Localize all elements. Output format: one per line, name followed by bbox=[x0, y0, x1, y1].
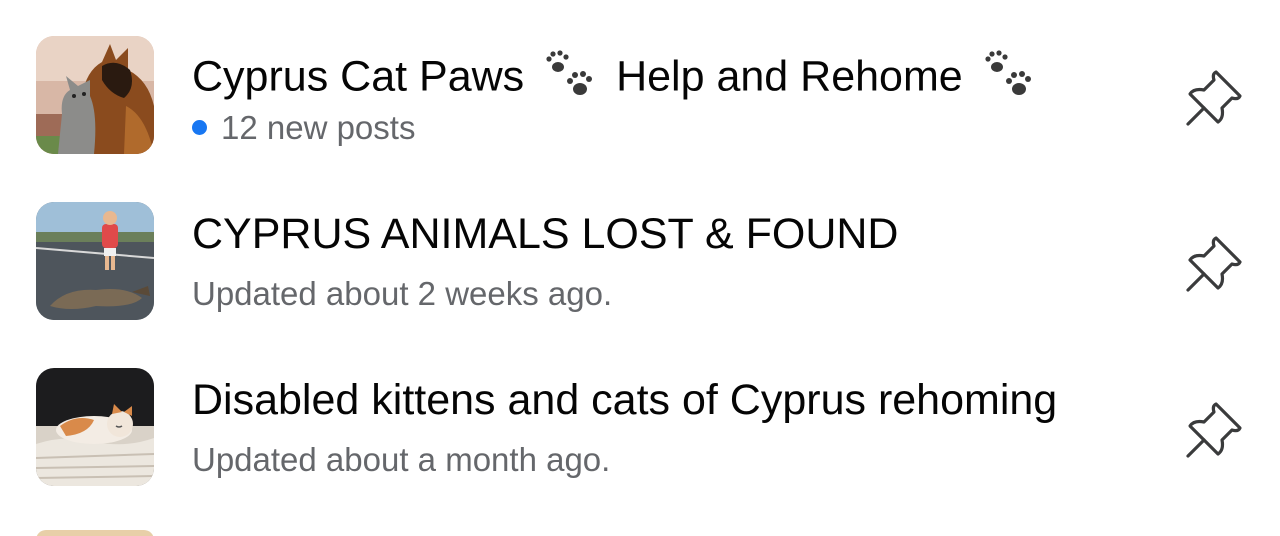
pinned-groups-list: Cyprus Cat Paws Help and Rehome 12 new p… bbox=[0, 0, 1280, 536]
group-name[interactable]: Cyprus Cat Paws Help and Rehome bbox=[192, 47, 1043, 111]
pushpin-icon bbox=[1186, 402, 1242, 458]
group-thumbnail-partial[interactable] bbox=[36, 530, 154, 536]
group-row-cyprus-animals-lost-found[interactable]: CYPRUS ANIMALS LOST & FOUND Updated abou… bbox=[0, 186, 1280, 352]
new-posts-indicator bbox=[192, 119, 207, 135]
paw-prints-icon bbox=[981, 47, 1037, 111]
group-name-part1: Cyprus Cat Paws bbox=[192, 52, 525, 101]
group-status: Updated about a month ago. bbox=[192, 441, 611, 478]
group-thumbnail[interactable] bbox=[36, 202, 154, 320]
group-status-text: 12 new posts bbox=[221, 109, 416, 146]
group-row-cyprus-cat-paws[interactable]: Cyprus Cat Paws Help and Rehome 12 new p… bbox=[0, 20, 1280, 186]
pushpin-icon bbox=[1186, 70, 1242, 126]
pin-button[interactable] bbox=[1182, 232, 1246, 296]
pin-button[interactable] bbox=[1182, 66, 1246, 130]
group-thumbnail[interactable] bbox=[36, 36, 154, 154]
group-thumbnail[interactable] bbox=[36, 368, 154, 486]
group-name[interactable]: Disabled kittens and cats of Cyprus reho… bbox=[192, 379, 1057, 422]
pushpin-icon bbox=[1186, 236, 1242, 292]
pin-button[interactable] bbox=[1182, 398, 1246, 462]
group-status: 12 new posts bbox=[192, 111, 415, 144]
paw-prints-icon bbox=[542, 47, 598, 111]
group-name[interactable]: CYPRUS ANIMALS LOST & FOUND bbox=[192, 213, 898, 256]
group-name-part2: Help and Rehome bbox=[616, 52, 963, 101]
group-status: Updated about 2 weeks ago. bbox=[192, 275, 613, 312]
group-row-disabled-kittens[interactable]: Disabled kittens and cats of Cyprus reho… bbox=[0, 352, 1280, 518]
